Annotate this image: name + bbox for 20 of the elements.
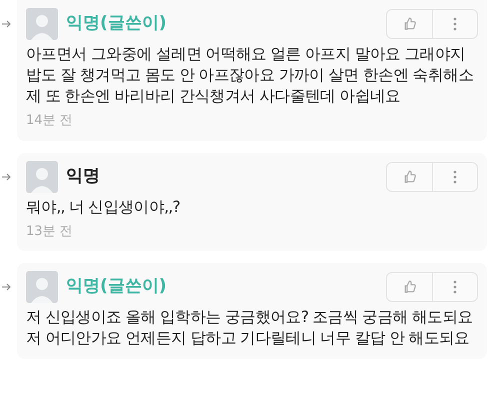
author-name: 익명(글쓴이) bbox=[66, 12, 167, 36]
more-icon bbox=[453, 17, 457, 31]
avatar-icon bbox=[26, 271, 58, 303]
comment-text: 저 신입생이죠 올해 입학하는 궁금했어요? 조금씩 궁금해 해도되요 저 어디안가요 언제든지 답하고 기다릴테니 너무 칼답 안 해도되요 bbox=[26, 307, 474, 349]
timestamp: 13분 전 bbox=[26, 222, 74, 240]
more-icon bbox=[453, 170, 457, 184]
thumbs-up-icon bbox=[402, 17, 416, 31]
more-icon bbox=[453, 280, 457, 294]
avatar-icon bbox=[26, 8, 58, 40]
reply-arrow-icon bbox=[2, 283, 12, 291]
author-name: 익명(글쓴이) bbox=[66, 275, 167, 298]
reply-arrow-icon bbox=[2, 172, 12, 180]
thumbs-up-icon bbox=[402, 280, 416, 294]
avatar-icon bbox=[26, 160, 58, 192]
thumbs-up-icon bbox=[402, 170, 416, 184]
author-name: 익명 bbox=[66, 164, 100, 188]
comment-text: 뭐야,, 너 신입생이야,,? bbox=[26, 196, 181, 218]
comment-text: 아프면서 그와중에 설레면 어떡해요 얼른 아프지 말아요 그래야지 밥도 잘 챙겨먹고 몸도 안 아프잖아요 가까이 살면 한손엔 숙취해소제 또 한손엔 바리바리 간식챙겨서 사다줄텐데 아쉽네요 bbox=[26, 44, 475, 107]
reply-arrow-icon bbox=[2, 20, 12, 28]
timestamp: 14분 전 bbox=[26, 112, 74, 130]
